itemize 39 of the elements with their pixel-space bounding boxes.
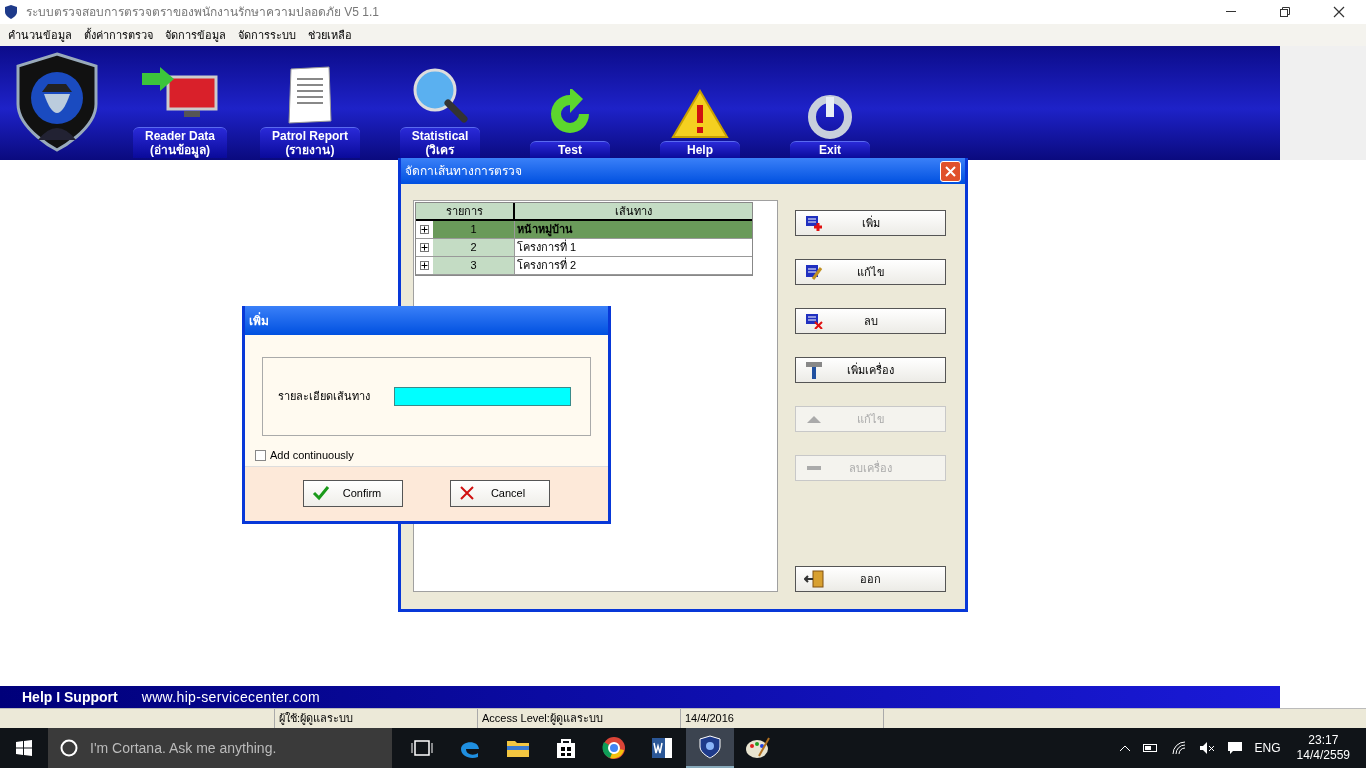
toolbar-button[interactable]: Help xyxy=(660,141,740,158)
help-support-label: Help I Support xyxy=(22,687,118,707)
table-row[interactable]: 2 โครงการที่ 1 xyxy=(416,239,752,257)
action-button[interactable]: เพิ่ม xyxy=(795,210,946,236)
checkbox-label: Add continuously xyxy=(270,448,354,463)
website-url: www.hip-servicecenter.com xyxy=(141,687,321,707)
action-button[interactable]: เพิ่มเครื่อง xyxy=(795,357,946,383)
action-button[interactable]: แก้ไข xyxy=(795,259,946,285)
action-button[interactable]: ออก xyxy=(795,566,946,592)
table-cell: 2 xyxy=(433,239,515,256)
dialog-button[interactable]: Cancel xyxy=(450,479,550,507)
menu-item[interactable]: ตั้งค่าการตรวจ xyxy=(84,26,153,44)
clock[interactable]: 23:17 14/4/2559 xyxy=(1292,733,1354,763)
table-cell-text: โครงการที่ 1 xyxy=(516,239,578,256)
action-button[interactable]: ลบ xyxy=(795,308,946,334)
table-row[interactable]: 1 หน้าหมู่บ้าน xyxy=(416,221,752,239)
column-header[interactable]: เส้นทาง xyxy=(515,203,752,219)
toolbar-button[interactable]: Exit xyxy=(790,141,870,158)
menu-item[interactable]: จัดการระบบ xyxy=(238,26,296,44)
menu-item[interactable]: จัดการข้อมูล xyxy=(165,26,226,44)
cortana-search-field[interactable]: I'm Cortana. Ask me anything. xyxy=(48,728,392,768)
column-header[interactable]: รายการ xyxy=(416,203,515,219)
dialog-button[interactable]: Confirm xyxy=(303,479,403,507)
table-cell: 3 xyxy=(433,257,515,274)
table-cell-text: หน้าหมู่บ้าน xyxy=(516,222,574,238)
menu-item[interactable]: คำนวนข้อมูล xyxy=(8,26,72,44)
language-indicator[interactable]: ENG xyxy=(1254,739,1281,757)
field-label: รายละเอียดเส้นทาง xyxy=(278,389,371,405)
route-window-title-bar: จัดกาเส้นทางการตรวจ xyxy=(401,158,965,184)
toolbar-button[interactable]: Patrol Report (รายงาน) xyxy=(260,127,360,158)
menu-item[interactable]: ช่วยเหลือ xyxy=(308,26,352,44)
table-cell-text: โครงการที่ 2 xyxy=(516,257,578,274)
table-row[interactable]: 3 โครงการที่ 2 xyxy=(416,257,752,275)
window-title: ระบบตรวจสอบการตรวจตราของพนักงานรักษาความปลอดภัย V5 1.1 xyxy=(26,4,380,21)
toolbar-button[interactable]: Statistical (วิเคร xyxy=(399,127,481,158)
add-dialog-title-bar: เพิ่ม xyxy=(245,306,608,335)
toolbar-button[interactable]: Test xyxy=(530,141,610,158)
toolbar-button[interactable]: Reader Data (อ่านข้อมูล) xyxy=(133,127,227,158)
table-cell: 1 xyxy=(433,221,515,238)
